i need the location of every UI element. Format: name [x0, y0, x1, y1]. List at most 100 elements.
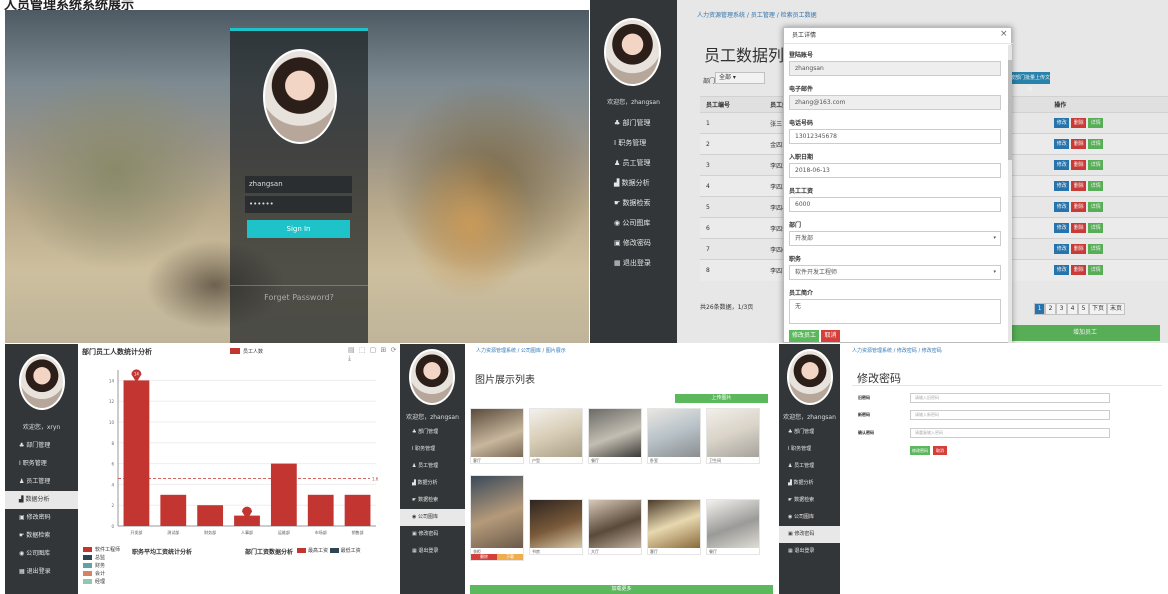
gallery-image[interactable] [471, 476, 523, 548]
image-tile[interactable]: 餐厅 [588, 408, 642, 464]
sidebar-item-search[interactable]: ☛ 数据检索 [5, 527, 78, 545]
gallery-image[interactable] [707, 409, 759, 457]
gallery-image[interactable] [589, 500, 641, 548]
cancel-button[interactable]: 取消 [821, 330, 840, 342]
sidebar-item-analysis[interactable]: ▟ 数据分析 [590, 173, 677, 193]
image-caption: 客厅 [473, 458, 481, 463]
sidebar-item-gallery[interactable]: ◉ 公司图库 [5, 545, 78, 563]
bar-legend-3[interactable]: 最高工资 最低工资 [297, 547, 361, 554]
image-tile[interactable]: 卧室 [647, 408, 701, 464]
field-value: 2018-06-13 [795, 167, 830, 174]
sidebar: 欢迎您，zhangsan ♣ 部门管理 Ⅰ 职务管理 ♟ 员工管理 ▟ 数据分析… [400, 344, 465, 594]
image-tile[interactable]: 大厅 [588, 499, 642, 555]
legend-item[interactable]: 财务 [83, 562, 120, 570]
load-more-button[interactable]: 加载更多 [470, 585, 773, 594]
field-input[interactable]: zhangsan [789, 61, 1001, 76]
field-input[interactable]: 13012345678 [789, 129, 1001, 144]
sign-in-button[interactable]: Sign In [247, 220, 350, 238]
legend-item[interactable]: 总监 [83, 554, 120, 562]
sidebar-item-employee[interactable]: ♟ 员工管理 [5, 473, 78, 491]
chart-legend[interactable]: 员工人数 [230, 348, 263, 355]
legend-swatch [230, 348, 240, 354]
upload-image-button[interactable]: 上传图片 [675, 394, 768, 403]
field-input[interactable]: 软件开发工程师 ▾ [789, 265, 1001, 280]
sidebar-item-dept[interactable]: ♣ 部门管理 [400, 424, 465, 441]
image-tile[interactable]: 衣柜 删除 下载 [470, 475, 524, 561]
field-input[interactable]: 6000 [789, 197, 1001, 212]
sidebar-item-gallery[interactable]: ◉ 公司图库 [400, 509, 465, 526]
close-icon[interactable]: × [1000, 29, 1008, 39]
field-input[interactable]: zhang@163.com [789, 95, 1001, 110]
old-password-input[interactable]: 请输入旧密码 [910, 393, 1110, 403]
legend-item[interactable]: 会计 [83, 570, 120, 578]
sidebar-item-search[interactable]: ☛ 数据检索 [590, 193, 677, 213]
sidebar-item-position[interactable]: Ⅰ 职务管理 [5, 455, 78, 473]
gallery-image[interactable] [530, 409, 582, 457]
sidebar-item-employee[interactable]: ♟ 员工管理 [779, 458, 840, 475]
sidebar-item-logout[interactable]: ▦ 退出登录 [590, 253, 677, 273]
sidebar-item-password[interactable]: ▣ 修改密码 [5, 509, 78, 527]
gallery-image[interactable] [471, 409, 523, 457]
delete-image-button[interactable]: 删除 [471, 554, 497, 560]
image-tile[interactable]: 客厅 [470, 408, 524, 464]
breadcrumb[interactable]: 人力资源管理系统 / 修改密码 / 修改密码 [852, 347, 942, 354]
sidebar-item-search[interactable]: ☛ 数据检索 [400, 492, 465, 509]
field-label: 部门 [789, 222, 802, 229]
sidebar-item-employee[interactable]: ♟ 员工管理 [590, 153, 677, 173]
bar [307, 494, 334, 526]
field-value: 无 [795, 303, 802, 310]
modal-title: 员工详情 [784, 28, 1013, 44]
submit-button[interactable]: 修改密码 [910, 446, 930, 455]
sidebar-item-analysis[interactable]: ▟ 数据分析 [5, 491, 78, 509]
sidebar-item-password[interactable]: ▣ 修改密码 [779, 526, 840, 543]
sidebar-item-logout[interactable]: ▦ 退出登录 [5, 563, 78, 581]
sidebar-item-analysis[interactable]: ▟ 数据分析 [400, 475, 465, 492]
gallery-image[interactable] [648, 409, 700, 457]
sidebar-item-password[interactable]: ▣ 修改密码 [590, 233, 677, 253]
image-tile[interactable]: 客厅 [647, 499, 701, 555]
image-tile[interactable]: 书房 [529, 499, 583, 555]
welcome-text: 欢迎您，zhangsan [607, 99, 660, 106]
field-input[interactable]: 无 [789, 299, 1001, 324]
gallery-image[interactable] [707, 500, 759, 548]
legend-item[interactable]: 软件工程师 [83, 546, 120, 554]
cancel-button[interactable]: 取消 [933, 446, 947, 455]
sidebar: 欢迎您，xryn ♣ 部门管理 Ⅰ 职务管理 ♟ 员工管理 ▟ 数据分析 ▣ 修… [5, 344, 78, 594]
image-tile[interactable]: 餐厅 [706, 499, 760, 555]
sidebar-item-position[interactable]: Ⅰ 职务管理 [779, 441, 840, 458]
sidebar-item-gallery[interactable]: ◉ 公司图库 [779, 509, 840, 526]
sidebar-item-position[interactable]: Ⅰ 职务管理 [590, 133, 677, 153]
sidebar-item-dept[interactable]: ♣ 部门管理 [590, 113, 677, 133]
confirm-password-input[interactable]: 请重复输入密码 [910, 428, 1110, 438]
y-tick-label: 2 [111, 503, 114, 508]
password-input[interactable]: •••••• [245, 196, 352, 213]
avatar [787, 349, 833, 405]
scrollbar[interactable] [1008, 45, 1012, 343]
bar [123, 380, 150, 526]
download-image-button[interactable]: 下载 [497, 554, 523, 560]
field-input[interactable]: 开发部 ▾ [789, 231, 1001, 246]
sidebar-item-logout[interactable]: ▦ 退出登录 [400, 543, 465, 560]
save-button[interactable]: 修改员工 [789, 330, 819, 342]
sidebar-item-dept[interactable]: ♣ 部门管理 [779, 424, 840, 441]
gallery-image[interactable] [589, 409, 641, 457]
sidebar-item-search[interactable]: ☛ 数据检索 [779, 492, 840, 509]
forgot-password-link[interactable]: Forget Password? [230, 293, 368, 302]
gallery-image[interactable] [530, 500, 582, 548]
username-input[interactable]: zhangsan [245, 176, 352, 193]
gallery-image[interactable] [648, 500, 700, 548]
image-tile[interactable]: 卫生间 [706, 408, 760, 464]
pie-legend: 软件工程师 总监 财务 会计 经理 [83, 546, 120, 586]
sidebar-item-dept[interactable]: ♣ 部门管理 [5, 437, 78, 455]
sidebar-item-analysis[interactable]: ▟ 数据分析 [779, 475, 840, 492]
sidebar-item-logout[interactable]: ▦ 退出登录 [779, 543, 840, 560]
sidebar-item-position[interactable]: Ⅰ 职务管理 [400, 441, 465, 458]
sidebar-item-employee[interactable]: ♟ 员工管理 [400, 458, 465, 475]
legend-item[interactable]: 经理 [83, 578, 120, 586]
image-tile[interactable]: 户型 [529, 408, 583, 464]
new-password-input[interactable]: 请输入新密码 [910, 410, 1110, 420]
sidebar-item-password[interactable]: ▣ 修改密码 [400, 526, 465, 543]
field-input[interactable]: 2018-06-13 [789, 163, 1001, 178]
breadcrumb[interactable]: 人力资源管理系统 / 公司图库 / 图片展示 [476, 347, 566, 354]
sidebar-item-gallery[interactable]: ◉ 公司图库 [590, 213, 677, 233]
